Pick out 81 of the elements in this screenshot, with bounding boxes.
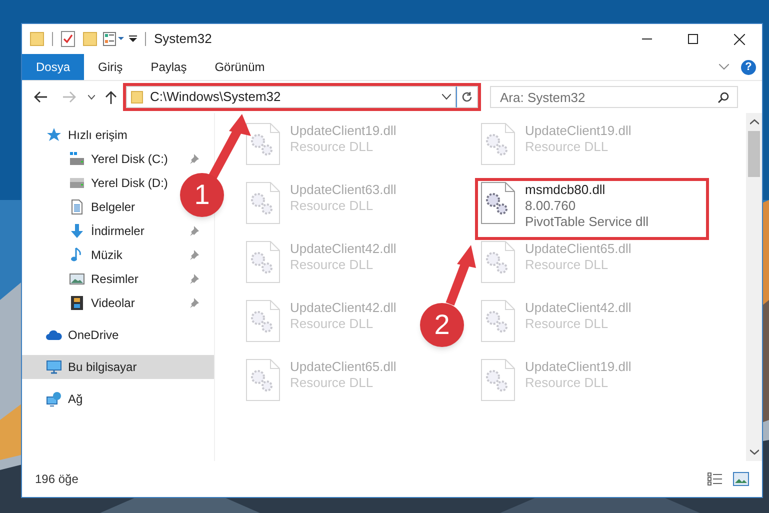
download-arrow-icon [69,223,85,239]
file-name: UpdateClient42.dll [525,300,632,316]
pin-icon[interactable] [189,274,199,284]
network-icon [46,391,62,407]
file-detail: Resource DLL [290,198,374,214]
file-detail: Resource DLL [525,316,610,332]
pin-icon[interactable] [189,226,199,236]
nav-item[interactable]: Yerel Disk (D:) [22,171,174,195]
file-detail: Resource DLL [290,375,374,391]
dropdown-icon[interactable] [129,34,137,44]
file-detail: Resource DLL [525,375,610,391]
file-name: msmdcb80.dll [525,182,606,198]
details-view-icon[interactable] [707,472,723,486]
nav-item[interactable]: Yerel Disk (C:) [22,147,205,171]
address-field[interactable]: C:\Windows\System32 [126,86,456,108]
caret-icon[interactable] [88,94,95,100]
film-icon [69,295,85,311]
file-detail: PivotTable Service dll [525,214,649,230]
pin-icon[interactable] [189,298,199,308]
nav-item[interactable]: Hızlı erişim [22,123,134,147]
file-name: UpdateClient19.dll [525,123,632,139]
file-detail: Resource DLL [290,257,374,273]
nav-item[interactable]: Videolar [22,291,205,315]
ribbon-tab[interactable]: Dosya [22,54,84,80]
window-title: System32 [154,30,212,48]
scrollbar-thumb[interactable] [748,131,760,177]
nav-item[interactable]: Ağ [22,387,89,411]
folder-icon[interactable] [83,32,97,46]
arrow [446,245,476,306]
file-detail: Resource DLL [525,139,610,155]
file-name: UpdateClient42.dll [290,300,396,316]
nav-item[interactable]: Müzik [22,243,205,267]
drive-icon [69,151,85,167]
ribbon-tab[interactable]: Paylaş [136,54,201,80]
minimize-icon [642,38,652,40]
folder-icon [131,90,143,104]
up-arrow-icon[interactable] [105,90,117,104]
checklist-icon[interactable] [61,31,75,47]
nav-item[interactable]: OneDrive [22,323,125,347]
forward-arrow-icon[interactable] [63,91,76,103]
ribbon-tab[interactable]: Giriş [84,54,137,80]
maximize-icon [688,34,698,44]
gear-file-icon[interactable] [481,182,515,224]
document-icon [69,199,85,215]
refresh-icon [461,91,473,103]
file-detail: Resource DLL [290,139,374,155]
folder-icon[interactable] [30,32,44,46]
arrow [208,114,251,180]
monitor-icon [46,359,62,375]
pin-icon[interactable] [189,154,199,164]
file-name: UpdateClient19.dll [525,359,632,375]
search-field[interactable]: Ara: System32 [490,86,738,108]
file-name: UpdateClient65.dll [290,359,396,375]
file-detail: Resource DLL [290,316,374,332]
item-count: 196 öğe [35,471,78,488]
scrollbar[interactable] [746,113,762,461]
tiles-view-icon[interactable] [733,472,749,486]
close-icon [734,34,744,44]
file-name: UpdateClient65.dll [525,241,632,257]
search-icon [718,92,729,103]
ribbon-tab[interactable]: Görünüm [200,54,279,80]
refresh-button[interactable] [456,86,478,108]
nav-item[interactable]: Bu bilgisayar [22,355,214,379]
back-arrow-icon[interactable] [34,91,47,103]
nav-item[interactable]: Belgeler [22,195,142,219]
chevron-up-icon[interactable] [750,119,758,125]
pin-icon[interactable] [189,250,199,260]
file-name: UpdateClient19.dll [290,123,396,139]
picture-icon [69,271,85,287]
file-name: UpdateClient42.dll [290,241,396,257]
nav-item[interactable]: Resimler [22,267,205,291]
drive-icon [69,175,85,191]
file-name: UpdateClient63.dll [290,182,396,198]
chevron-down-icon[interactable] [442,94,451,100]
chevron-down-icon[interactable] [750,449,758,455]
file-detail: Resource DLL [525,257,610,273]
star-icon [46,127,62,143]
help-button[interactable]: ? [741,60,756,74]
file-detail: 8.00.760 [525,198,577,214]
properties-icon[interactable] [103,32,125,46]
nav-item[interactable]: İndirmeler [22,219,205,243]
